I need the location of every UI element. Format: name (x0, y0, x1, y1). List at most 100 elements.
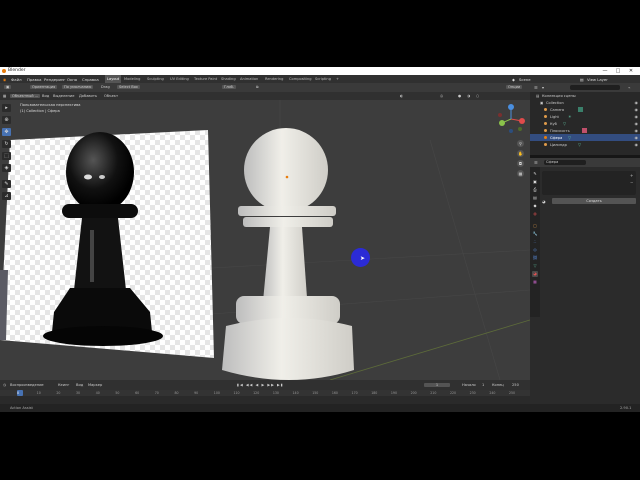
grid-icon[interactable]: ▦ (517, 170, 524, 177)
constraints-tab-icon[interactable]: ⛓ (532, 255, 538, 261)
editor-type-icon[interactable]: ▦ (3, 94, 6, 98)
output-tab-icon[interactable]: ⎙ (532, 187, 538, 193)
snap-icon[interactable]: ⧉ (256, 85, 259, 89)
tab-uv-editing[interactable]: UV Editing (168, 75, 191, 83)
eye-icon[interactable]: ◉ (635, 121, 639, 126)
properties-search-input[interactable]: Сфера (544, 159, 586, 165)
list-item[interactable]: Плоскость ◉ (530, 127, 640, 134)
data-tab-icon[interactable]: ▽ (532, 263, 538, 269)
tab-rendering[interactable]: Rendering (263, 75, 285, 83)
particles-tab-icon[interactable]: ∴ (532, 239, 538, 245)
menu-view[interactable]: Вид (42, 94, 49, 98)
playback-controls[interactable]: ▮◀ ◀◀ ◀ ▶ ▶▶ ▶▮ (237, 383, 284, 387)
orientation-value[interactable]: По умолчанию (62, 85, 94, 89)
overlays-icon[interactable]: ◎ (440, 94, 443, 98)
tab-scripting[interactable]: Scripting (313, 75, 333, 83)
hand-icon[interactable]: ✋ (517, 150, 524, 157)
tab-layout[interactable]: Layout (105, 75, 122, 83)
shading-solid-icon[interactable]: ● (458, 94, 461, 98)
menu-edit[interactable]: Правка (27, 77, 41, 82)
options-dropdown[interactable]: Опции (506, 85, 523, 89)
minimize-button[interactable]: — (600, 67, 610, 75)
timeline-editor-icon[interactable]: ◷ (3, 383, 6, 387)
camera-icon[interactable]: ◘ (517, 160, 524, 167)
filter-icon[interactable]: ⌁ (628, 85, 630, 90)
scene-selector[interactable]: Scene (519, 77, 531, 82)
outliner-row-scene-collection[interactable]: ▤ Коллекция сцены (530, 92, 640, 99)
current-frame-field[interactable]: 1 (424, 382, 450, 387)
eye-icon[interactable]: ◉ (635, 128, 639, 133)
properties-editor-icon[interactable]: ☰ (534, 160, 538, 165)
eye-icon[interactable]: ◉ (635, 114, 639, 119)
markers-menu[interactable]: Маркер (88, 383, 102, 387)
annotate-tool-icon[interactable]: ✎ (2, 180, 11, 188)
timeline-view-menu[interactable]: Вид (76, 383, 83, 387)
physics-tab-icon[interactable]: ◎ (532, 247, 538, 253)
select-tool-icon[interactable]: ▸ (2, 104, 11, 112)
drag-dropdown[interactable]: Select Box (117, 85, 140, 89)
list-item[interactable]: Куб ▽ ◉ (530, 120, 640, 127)
zoom-icon[interactable]: ⚲ (517, 140, 524, 147)
move-tool-icon[interactable]: ✥ (2, 128, 11, 136)
tab-modeling[interactable]: Modeling (122, 75, 142, 83)
outliner-display-icon[interactable]: ▾ (542, 85, 544, 90)
shading-material-icon[interactable]: ◑ (467, 94, 470, 98)
list-item[interactable]: Light ☀ ◉ (530, 113, 640, 120)
select-mode-icon[interactable]: ▣ (4, 85, 12, 89)
tab-animation[interactable]: Animation (238, 75, 260, 83)
axis-gizmo-icon[interactable] (494, 102, 528, 136)
eye-icon[interactable]: ◉ (635, 100, 639, 105)
outliner-search-input[interactable] (570, 84, 620, 90)
modifier-tab-icon[interactable]: 🔧 (532, 231, 538, 237)
navigation-gizmo[interactable] (494, 102, 528, 136)
tab-texture-paint[interactable]: Texture Paint (192, 75, 219, 83)
shading-rendered-icon[interactable]: ○ (476, 94, 479, 98)
remove-slot-icon[interactable]: − (630, 180, 633, 185)
view-layer-selector[interactable]: View Layer (587, 77, 608, 82)
eye-icon[interactable]: ◉ (635, 107, 639, 112)
playback-menu[interactable]: Воспроизведение (10, 383, 44, 387)
visibility-icon[interactable]: ◐ (400, 94, 403, 98)
menu-object[interactable]: Объект (104, 94, 118, 98)
pivot-dropdown[interactable]: Глоб. (222, 85, 237, 89)
list-item[interactable]: Цилиндр ▽ ◉ (530, 141, 640, 148)
object-tab-icon[interactable]: ▢ (532, 223, 538, 229)
tool-tab-icon[interactable]: ✎ (532, 171, 538, 177)
add-slot-icon[interactable]: + (630, 173, 633, 178)
list-item-selected[interactable]: Сфера ▽ ◉ (530, 134, 640, 141)
timeline-ruler[interactable]: 0 10 20 30 40 50 60 70 80 90 100 110 120 130 140 150 160… (0, 390, 530, 396)
cursor-tool-icon[interactable]: ⊕ (2, 116, 11, 124)
outliner-editor-icon[interactable]: ☰ (534, 85, 538, 90)
scene-tab-icon[interactable]: ◆ (532, 203, 538, 209)
blender-menu-icon[interactable]: ◉ (3, 77, 6, 82)
world-tab-icon[interactable]: ◍ (532, 211, 538, 217)
tab-compositing[interactable]: Compositing (287, 75, 314, 83)
menu-select[interactable]: Выделение (53, 94, 74, 98)
new-material-button[interactable]: Создать (552, 198, 636, 204)
transform-tool-icon[interactable]: ◈ (2, 164, 11, 172)
add-workspace-button[interactable]: + (334, 75, 341, 83)
eye-icon[interactable]: ◉ (635, 142, 639, 147)
3d-viewport[interactable]: Пользовательская перспектива (1) Collect… (0, 100, 530, 380)
mode-dropdown[interactable]: Объектный ... (10, 93, 41, 98)
start-frame-value[interactable]: 1 (482, 383, 484, 387)
menu-add[interactable]: Добавить (79, 94, 97, 98)
menu-render[interactable]: Рендеринг (44, 77, 65, 82)
rotate-tool-icon[interactable]: ↻ (2, 140, 11, 148)
menu-window[interactable]: Окно (67, 77, 77, 82)
list-item[interactable]: Camera ◉ (530, 106, 640, 113)
material-browse-icon[interactable]: ◕ (542, 199, 546, 204)
menu-file[interactable]: Файл (11, 77, 22, 82)
tab-shading[interactable]: Shading (219, 75, 238, 83)
eye-icon[interactable]: ◉ (635, 135, 639, 140)
keying-menu[interactable]: Кеинг (58, 383, 69, 387)
orientation-dropdown[interactable]: Ориентация (30, 85, 58, 89)
render-tab-icon[interactable]: ▣ (532, 179, 538, 185)
maximize-button[interactable]: □ (613, 67, 623, 75)
texture-tab-icon[interactable]: ▦ (532, 279, 538, 285)
close-button[interactable]: ✕ (626, 67, 636, 75)
tab-sculpting[interactable]: Sculpting (145, 75, 166, 83)
scale-tool-icon[interactable]: ⬚ (2, 152, 11, 160)
measure-tool-icon[interactable]: ⊿ (2, 192, 11, 200)
material-tab-icon[interactable]: ◕ (532, 271, 538, 277)
